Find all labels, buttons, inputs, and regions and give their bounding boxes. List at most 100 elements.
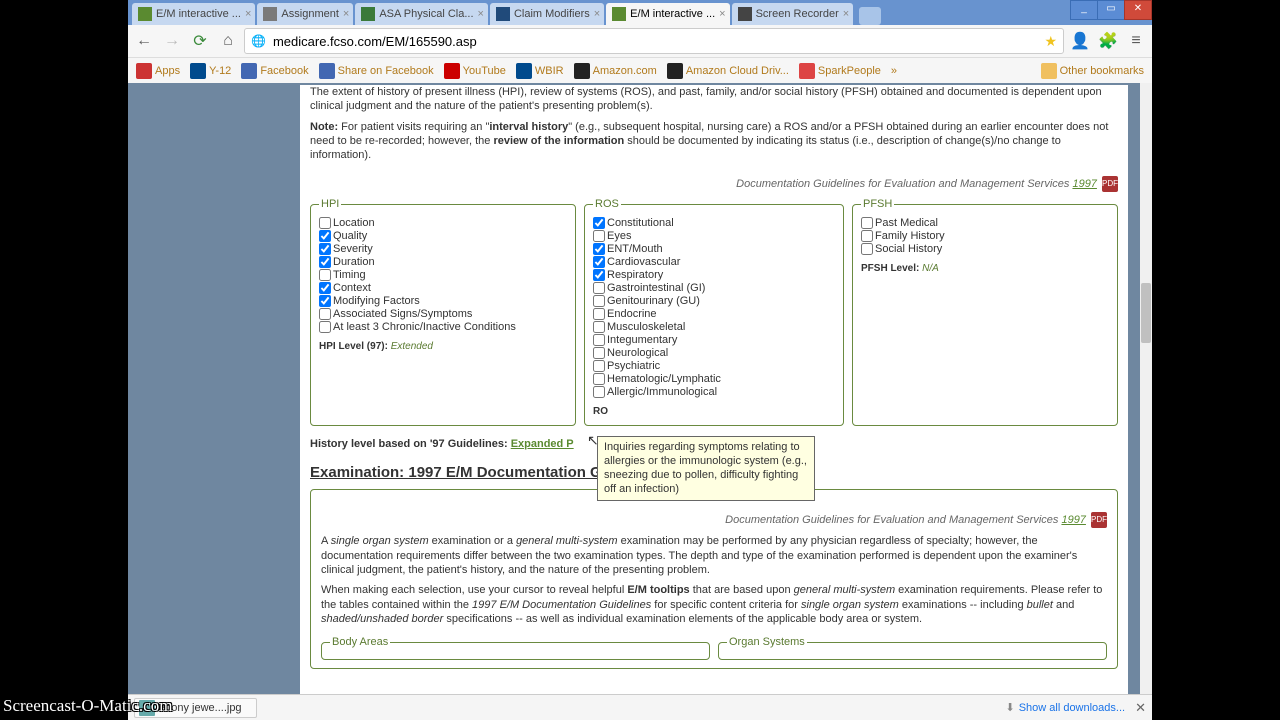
hpi-checkbox[interactable] bbox=[319, 256, 331, 268]
browser-tab-2[interactable]: ASA Physical Cla... × bbox=[355, 3, 488, 25]
bookmark-label: Share on Facebook bbox=[338, 65, 434, 77]
bookmarks-overflow[interactable]: » bbox=[887, 63, 901, 79]
bookmark-youtube[interactable]: YouTube bbox=[440, 61, 510, 81]
ros-level-partial: RO bbox=[593, 406, 608, 417]
pdf-icon[interactable]: PDF bbox=[1091, 512, 1107, 528]
close-tab-icon[interactable]: × bbox=[478, 8, 484, 20]
bookmark-amazon-cloud[interactable]: Amazon Cloud Driv... bbox=[663, 61, 793, 81]
tab-title: Assignment bbox=[281, 8, 338, 20]
bookmark-share-facebook[interactable]: Share on Facebook bbox=[315, 61, 438, 81]
ros-checkbox[interactable] bbox=[593, 269, 605, 281]
ros-checkbox[interactable] bbox=[593, 256, 605, 268]
forward-icon[interactable]: → bbox=[160, 29, 184, 53]
close-tab-icon[interactable]: × bbox=[719, 8, 725, 20]
pfsh-row: Past Medical bbox=[861, 217, 1109, 229]
extension-icon-2[interactable]: 🧩 bbox=[1096, 29, 1120, 53]
doc-1997-link[interactable]: 1997 bbox=[1072, 178, 1096, 190]
hpi-checkbox[interactable] bbox=[319, 243, 331, 255]
home-icon[interactable]: ⌂ bbox=[216, 29, 240, 53]
ros-checkbox[interactable] bbox=[593, 243, 605, 255]
address-bar[interactable]: 🌐 ★ bbox=[244, 28, 1064, 54]
exam-paragraph-1: A single organ system examination or a g… bbox=[321, 534, 1107, 577]
ros-checkbox[interactable] bbox=[593, 386, 605, 398]
new-tab-button[interactable] bbox=[859, 7, 881, 25]
history-level-link[interactable]: Expanded P bbox=[511, 438, 574, 450]
hpi-checkbox[interactable] bbox=[319, 282, 331, 294]
hpi-checkbox[interactable] bbox=[319, 269, 331, 281]
bookmark-apps[interactable]: Apps bbox=[132, 61, 184, 81]
browser-tab-0[interactable]: E/M interactive ... × bbox=[132, 3, 255, 25]
tab-title: E/M interactive ... bbox=[630, 8, 715, 20]
history-level-label: History level based on '97 Guidelines: bbox=[310, 438, 511, 450]
pfsh-checkbox[interactable] bbox=[861, 217, 873, 229]
vertical-scrollbar[interactable] bbox=[1140, 83, 1152, 695]
hpi-checkbox[interactable] bbox=[319, 295, 331, 307]
ros-row: Eyes bbox=[593, 230, 835, 242]
doc-1997-link-2[interactable]: 1997 bbox=[1061, 514, 1085, 526]
ros-checkbox[interactable] bbox=[593, 321, 605, 333]
show-all-downloads-link[interactable]: Show all downloads... bbox=[1019, 702, 1125, 714]
bookmark-sparkpeople[interactable]: SparkPeople bbox=[795, 61, 885, 81]
extension-icon-1[interactable]: 👤 bbox=[1068, 29, 1092, 53]
ros-checkbox[interactable] bbox=[593, 282, 605, 294]
ros-checkbox[interactable] bbox=[593, 347, 605, 359]
ros-label: Integumentary bbox=[607, 334, 677, 346]
close-tab-icon[interactable]: × bbox=[594, 8, 600, 20]
browser-tab-5[interactable]: Screen Recorder × bbox=[732, 3, 854, 25]
pfsh-row: Social History bbox=[861, 243, 1109, 255]
reload-icon[interactable]: ⟳ bbox=[188, 29, 212, 53]
doc-guidelines-line: Documentation Guidelines for Evaluation … bbox=[310, 176, 1118, 192]
downloads-close-icon[interactable]: ✕ bbox=[1135, 700, 1146, 716]
bookmarks-bar: Apps Y-12 Facebook Share on Facebook You… bbox=[128, 58, 1152, 85]
browser-tab-1[interactable]: Assignment × bbox=[257, 3, 353, 25]
ros-level: RO bbox=[593, 406, 835, 417]
history-columns: HPI LocationQualitySeverityDurationTimin… bbox=[310, 198, 1118, 426]
pfsh-fieldset: PFSH Past MedicalFamily HistorySocial Hi… bbox=[852, 198, 1118, 426]
pfsh-level-value: N/A bbox=[922, 263, 939, 274]
ros-checkbox[interactable] bbox=[593, 373, 605, 385]
bookmark-star-icon[interactable]: ★ bbox=[1044, 33, 1057, 50]
bookmark-facebook[interactable]: Facebook bbox=[237, 61, 312, 81]
scrollbar-thumb[interactable] bbox=[1141, 283, 1151, 343]
pdf-icon[interactable]: PDF bbox=[1102, 176, 1118, 192]
other-bookmarks[interactable]: Other bookmarks bbox=[1037, 61, 1148, 81]
bookmark-label: Other bookmarks bbox=[1060, 65, 1144, 77]
ros-label: Cardiovascular bbox=[607, 256, 680, 268]
window-minimize[interactable]: _ bbox=[1070, 0, 1098, 20]
hpi-checkbox[interactable] bbox=[319, 217, 331, 229]
ros-checkbox[interactable] bbox=[593, 230, 605, 242]
ros-row: Hematologic/Lymphatic bbox=[593, 373, 835, 385]
bookmark-label: Amazon.com bbox=[593, 65, 657, 77]
bookmark-label: SparkPeople bbox=[818, 65, 881, 77]
close-tab-icon[interactable]: × bbox=[843, 8, 849, 20]
close-tab-icon[interactable]: × bbox=[343, 8, 349, 20]
hpi-checkbox[interactable] bbox=[319, 321, 331, 333]
window-close[interactable]: ✕ bbox=[1124, 0, 1152, 20]
hpi-checkbox[interactable] bbox=[319, 308, 331, 320]
bookmark-amazon[interactable]: Amazon.com bbox=[570, 61, 661, 81]
hpi-label: Timing bbox=[333, 269, 366, 281]
hpi-checkbox[interactable] bbox=[319, 230, 331, 242]
hpi-fieldset: HPI LocationQualitySeverityDurationTimin… bbox=[310, 198, 576, 426]
bookmark-icon bbox=[190, 63, 206, 79]
bookmark-wbir[interactable]: WBIR bbox=[512, 61, 568, 81]
pfsh-level: PFSH Level: N/A bbox=[861, 263, 1109, 274]
ros-checkbox[interactable] bbox=[593, 334, 605, 346]
ros-checkbox[interactable] bbox=[593, 295, 605, 307]
browser-tab-4-active[interactable]: E/M interactive ... × bbox=[606, 3, 729, 25]
bookmark-y12[interactable]: Y-12 bbox=[186, 61, 235, 81]
menu-icon[interactable]: ≡ bbox=[1124, 29, 1148, 53]
browser-tab-3[interactable]: Claim Modifiers × bbox=[490, 3, 604, 25]
bookmark-label: YouTube bbox=[463, 65, 506, 77]
url-input[interactable] bbox=[271, 33, 1044, 50]
ros-row: Gastrointestinal (GI) bbox=[593, 282, 835, 294]
ros-checkbox[interactable] bbox=[593, 217, 605, 229]
pfsh-checkbox[interactable] bbox=[861, 243, 873, 255]
window-maximize[interactable]: ▭ bbox=[1097, 0, 1125, 20]
ros-row: Respiratory bbox=[593, 269, 835, 281]
ros-checkbox[interactable] bbox=[593, 308, 605, 320]
close-tab-icon[interactable]: × bbox=[245, 8, 251, 20]
back-icon[interactable]: ← bbox=[132, 29, 156, 53]
ros-checkbox[interactable] bbox=[593, 360, 605, 372]
pfsh-checkbox[interactable] bbox=[861, 230, 873, 242]
